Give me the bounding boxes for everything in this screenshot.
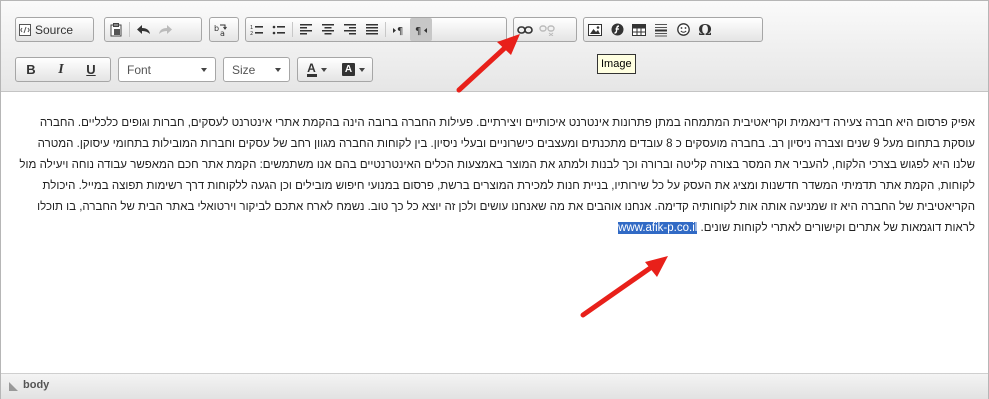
size-combo-label: Size [232,62,256,77]
flash-button[interactable] [606,18,628,41]
table-icon [632,23,646,36]
separator [292,22,293,37]
source-button[interactable]: Source [16,18,76,41]
rtl-icon: ¶ [415,26,427,36]
chevron-down-icon [359,67,365,72]
selected-link[interactable]: www.afik-p.co.il [618,222,698,234]
size-combo[interactable]: Size [223,57,290,82]
special-char-button[interactable]: Ω [694,18,716,41]
chevron-down-icon [320,67,327,72]
svg-text:a: a [220,29,225,37]
basic-styles-group: B I U [15,57,111,82]
status-bar: body [1,373,988,399]
align-center-button[interactable] [317,18,339,41]
ltr-icon: ¶ [393,26,403,36]
replace-group: ba [209,17,239,42]
horizontal-rule-icon [655,23,667,36]
horizontal-rule-button[interactable] [650,18,672,41]
numbered-list-button[interactable]: 12 [246,18,268,41]
link-group [513,17,577,42]
image-tooltip: Image [597,54,636,74]
align-right-button[interactable] [339,18,361,41]
unlink-icon [539,24,555,36]
bulleted-list-button[interactable] [268,18,290,41]
redo-button[interactable] [154,18,176,41]
align-right-icon [344,24,356,35]
rtl-button[interactable]: ¶ [410,18,432,41]
numbered-list-icon: 12 [250,25,263,36]
paste-button[interactable] [105,18,127,41]
resize-handle-icon[interactable] [9,382,18,391]
chevron-down-icon [275,67,281,72]
paragraph-group: 12 ¶ ¶ [245,17,507,42]
unlink-button[interactable] [536,18,558,41]
image-button[interactable] [584,18,606,41]
font-combo-label: Font [127,62,152,77]
element-path[interactable]: body [23,379,49,391]
bold-button[interactable]: B [16,58,46,81]
text-color-button[interactable]: A [298,58,335,81]
source-label: Source [35,22,74,37]
source-group: Source [15,17,94,42]
smiley-icon [676,23,690,36]
text-color-icon: A [306,60,317,77]
font-combo[interactable]: Font [118,57,216,82]
replace-icon: ba [214,24,227,37]
link-button[interactable] [514,18,536,41]
justify-button[interactable] [361,18,383,41]
bulleted-list-icon [272,25,285,34]
italic-icon: I [58,61,64,77]
rich-text-editor: Source ba 12 ¶ ¶ Ω B I U Font Size A A I… [0,0,989,399]
table-button[interactable] [628,18,650,41]
source-icon [19,23,31,36]
chevron-down-icon [201,67,207,72]
flash-icon [611,23,623,36]
paste-icon [110,22,121,36]
underline-icon: U [86,62,96,77]
justify-icon [366,24,378,35]
italic-button[interactable]: I [46,58,76,81]
colors-group: A A [297,57,373,82]
editor-toolbar: Source ba 12 ¶ ¶ Ω B I U Font Size A A I… [1,1,988,92]
undo-icon [136,24,150,34]
svg-text:¶: ¶ [397,26,403,36]
align-center-icon [322,24,334,35]
svg-text:¶: ¶ [415,26,421,36]
bg-color-icon: A [342,63,355,76]
align-left-icon [300,24,312,35]
clipboard-undo-group [104,17,202,42]
ltr-button[interactable]: ¶ [388,18,410,41]
underline-button[interactable]: U [76,58,106,81]
bold-icon: B [26,62,36,77]
svg-text:2: 2 [250,31,253,36]
undo-button[interactable] [132,18,154,41]
separator [129,22,130,37]
link-icon [517,25,533,34]
bg-color-button[interactable]: A [335,58,372,81]
body-text: אפיק פרסום היא חברה צעירה דינאמית וקריאט… [19,117,975,234]
image-icon [588,23,602,36]
align-left-button[interactable] [295,18,317,41]
svg-text:b: b [214,24,219,33]
omega-icon: Ω [698,20,712,39]
redo-icon [158,24,172,34]
insert-group: Ω [583,17,763,42]
smiley-button[interactable] [672,18,694,41]
find-replace-button[interactable]: ba [210,18,232,41]
editor-content[interactable]: אפיק פרסום היא חברה צעירה דינאמית וקריאט… [15,113,975,239]
separator [385,22,386,37]
